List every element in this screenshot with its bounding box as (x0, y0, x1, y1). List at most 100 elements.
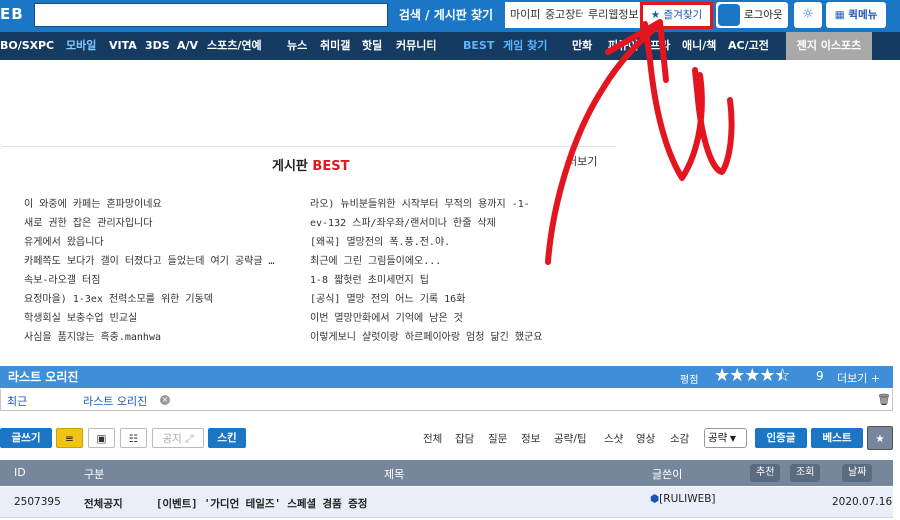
verified-posts-button[interactable]: 인증글 (755, 428, 807, 448)
list-item[interactable]: 최근에 그린 그림들이에오... (310, 252, 610, 271)
nav-3ds[interactable]: 3DS (145, 32, 170, 60)
search-input[interactable] (34, 3, 388, 27)
chevron-down-icon: ▼ (727, 434, 737, 443)
board-title[interactable]: 라스트 오리진 (8, 368, 78, 385)
filter-chat[interactable]: 잡담 (455, 431, 474, 446)
col-category: 구분 (84, 468, 105, 481)
search-button[interactable]: 검색 / 게시판 찾기 (390, 3, 502, 27)
filter-review[interactable]: 소감 (670, 431, 689, 446)
favorites-button[interactable]: ★ 즐겨찾기 (640, 2, 713, 29)
list-view-icon[interactable]: ≡ (56, 428, 83, 448)
best-title: 게시판 BEST (272, 155, 349, 174)
cube-icon: ⬢ (650, 493, 660, 505)
nav-arcade-retro[interactable]: AC/고전 (728, 32, 769, 60)
list-item[interactable]: 요정마을) 1-3ex 전력소모를 위한 기동덱 (24, 290, 296, 309)
best-list-right: 라오) 뉴비분들위한 시작부터 무적의 용까지 -1- ev-132 스파/좌우… (310, 195, 610, 347)
rating-score: 9 (816, 369, 824, 383)
row-author-name: [RULIWEB] (659, 493, 716, 505)
ruliweb-info-link[interactable]: 루리웹정보 (583, 2, 644, 28)
list-item[interactable]: ev-132 스파/좌우좌/랜서미나 한줄 삭제 (310, 214, 610, 233)
filter-screenshot[interactable]: 스샷 (604, 431, 623, 446)
half-star-icon: ☆★ (774, 365, 791, 386)
list-item[interactable]: 사심을 품지않는 흑충.manhwa (24, 328, 296, 347)
list-item[interactable]: 유게에서 왔읍니다 (24, 233, 296, 252)
category-nav: BO/SX PC 모바일 VITA 3DS A/V 스포츠/연예 뉴스 취미갤 … (0, 32, 900, 60)
close-icon[interactable]: × (160, 395, 170, 405)
recent-label: 최근 (7, 395, 28, 408)
category-select[interactable]: 공략 ▼ (704, 428, 747, 448)
filter-video[interactable]: 영상 (636, 431, 655, 446)
notice-toggle-button[interactable]: 공지 ⤢ (152, 428, 204, 448)
col-id: ID (14, 466, 26, 479)
table-row[interactable]: 2507395 전체공지 [이벤트] '가디언 테일즈' 스페셜 경품 증정 ⬢… (0, 487, 893, 518)
skin-button[interactable]: 스킨 (208, 428, 246, 448)
row-id: 2507395 (14, 496, 61, 508)
list-item[interactable]: [공식] 멸망 전의 어느 기록 16화 (310, 290, 610, 309)
board-header: 라스트 오리진 평점 ★★★★☆★ 9 더보기 + (0, 366, 893, 388)
nav-news[interactable]: 뉴스 (287, 32, 307, 60)
nav-vita[interactable]: VITA (109, 32, 137, 60)
star-icon[interactable]: ★ (867, 426, 893, 450)
filter-question[interactable]: 질문 (488, 431, 507, 446)
trash-icon[interactable]: 🗑 (877, 393, 891, 406)
list-item[interactable]: 학생회실 보충수업 빈교실 (24, 309, 296, 328)
image-view-icon[interactable]: ▣ (88, 428, 115, 448)
nav-figure[interactable]: 피규어 (608, 32, 638, 60)
filter-info[interactable]: 정보 (521, 431, 540, 446)
nav-bo-sx[interactable]: BO/SX (0, 32, 38, 60)
nav-mobile[interactable]: 모바일 (66, 32, 96, 60)
board-more-link[interactable]: 더보기 + (837, 370, 880, 386)
top-bar: EB 검색 / 게시판 찾기 마이피 중고장터 루리웹정보 ★ 즐겨찾기 로그아… (0, 0, 900, 32)
nav-hotdeal[interactable]: 핫딜 (362, 32, 382, 60)
grid-view-icon[interactable]: ☷ (120, 428, 147, 448)
nav-hobby[interactable]: 취미갤 (320, 32, 350, 60)
recent-boards-row: 최근 라스트 오리진 × 🗑 (0, 389, 893, 411)
nav-anime-books[interactable]: 애니/책 (682, 32, 716, 60)
sort-views-button[interactable]: 조회 (790, 464, 821, 482)
list-item[interactable]: 이렇게보니 샬럿이랑 하르페이아랑 엄청 닮긴 했군요 (310, 328, 610, 347)
nav-game-search[interactable]: 게임 찾기 (503, 32, 547, 60)
nav-esports-banner[interactable]: 젠지 이스포츠 (786, 32, 872, 60)
col-title: 제목 (384, 468, 405, 481)
nav-best[interactable]: BEST (463, 32, 494, 60)
row-author[interactable]: ⬢[RULIWEB] (650, 493, 716, 505)
list-item[interactable]: 이번 멸망만화에서 기억에 남은 것 (310, 309, 610, 328)
best-list-left: 이 와중에 카페는 혼파망이네요 새로 권한 잡은 관리자입니다 유게에서 왔읍… (24, 195, 296, 347)
best-title-text: 게시판 (272, 159, 308, 174)
nav-plastic-model[interactable]: 프라 (650, 32, 670, 60)
nav-pc[interactable]: PC (38, 32, 54, 60)
col-author: 글쓴이 (652, 468, 683, 481)
nav-av[interactable]: A/V (177, 32, 198, 60)
filter-guide[interactable]: 공략/팁 (554, 431, 587, 446)
rating-label: 평점 (680, 375, 699, 386)
list-item[interactable]: [왜곡] 멸망전의 폭.풍.전.야. (310, 233, 610, 252)
sort-date-button[interactable]: 날짜 (842, 464, 873, 482)
grid-icon: ▦ (834, 9, 849, 21)
best-more-link[interactable]: 더보기 (567, 153, 597, 169)
logout-button[interactable]: 로그아웃 (716, 2, 788, 28)
recent-board-tab[interactable]: 라스트 오리진 (83, 393, 147, 409)
nav-comics[interactable]: 만화 (572, 32, 592, 60)
site-logo[interactable]: EB (0, 5, 24, 23)
nav-sports[interactable]: 스포츠/연예 (207, 32, 262, 60)
best-board-panel: 게시판 BEST 더보기 이 와중에 카페는 혼파망이네요 새로 권한 잡은 관… (2, 146, 616, 360)
row-title[interactable]: [이벤트] '가디언 테일즈' 스페셜 경품 증정 (156, 496, 367, 511)
row-date: 2020.07.16 (832, 496, 893, 508)
list-item[interactable]: 속보-라오갤 터짐 (24, 271, 296, 290)
list-item[interactable]: 라오) 뉴비분들위한 시작부터 무적의 용까지 -1- (310, 195, 610, 214)
list-item[interactable]: 카페쪽도 보다가 갤이 터졌다고 들었는데 여기 공략글 … (24, 252, 296, 271)
quick-menu-button[interactable]: ▦ 퀵메뉴 (826, 2, 886, 28)
nav-community[interactable]: 커뮤니티 (396, 32, 436, 60)
list-item[interactable]: 이 와중에 카페는 혼파망이네요 (24, 195, 296, 214)
user-avatar (718, 4, 740, 26)
best-posts-button[interactable]: 베스트 (811, 428, 863, 448)
write-button[interactable]: 글쓰기 (0, 428, 52, 448)
sort-recommend-button[interactable]: 추천 (750, 464, 781, 482)
table-header: ID 구분 제목 글쓴이 추천 조회 날짜 (0, 460, 893, 486)
list-item[interactable]: 1-8 짧헛런 초미세먼지 팁 (310, 271, 610, 290)
filter-all[interactable]: 전체 (423, 431, 442, 446)
quick-menu-label: 퀵메뉴 (848, 9, 878, 21)
list-item[interactable]: 새로 권한 잡은 관리자입니다 (24, 214, 296, 233)
logout-label: 로그아웃 (744, 9, 783, 21)
settings-icon[interactable]: ☼ (794, 2, 822, 28)
